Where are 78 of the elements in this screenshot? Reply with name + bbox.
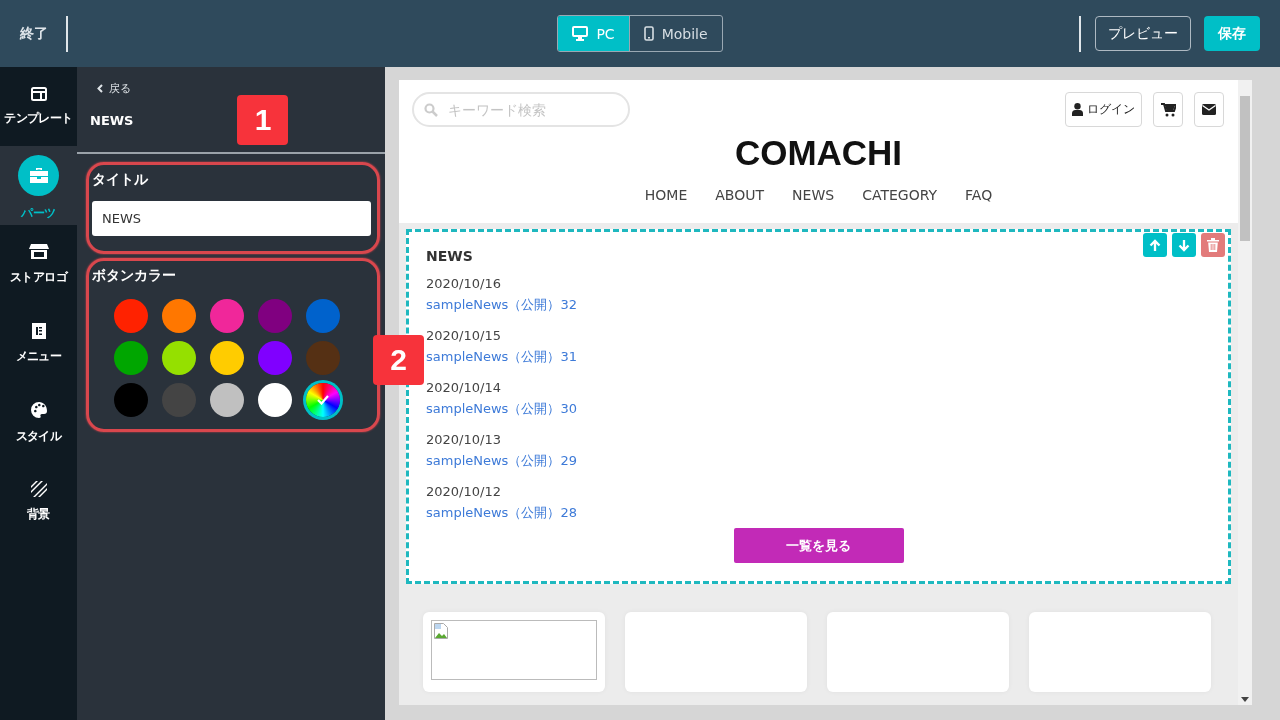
exit-button[interactable]: 終了 xyxy=(0,24,48,43)
news-date: 2020/10/12 xyxy=(426,484,501,499)
field-label: タイトル xyxy=(92,171,149,189)
monitor-icon xyxy=(572,26,589,41)
color-swatch[interactable] xyxy=(114,383,148,417)
stripes-icon xyxy=(30,480,47,497)
color-swatch[interactable] xyxy=(114,341,148,375)
nav-link[interactable]: CATEGORY xyxy=(862,187,938,203)
move-down-button[interactable] xyxy=(1172,233,1196,257)
login-button[interactable]: ログイン xyxy=(1065,92,1142,127)
news-link[interactable]: sampleNews（公開）29 xyxy=(426,452,577,470)
color-swatch[interactable] xyxy=(258,341,292,375)
move-up-button[interactable] xyxy=(1143,233,1167,257)
store-icon xyxy=(28,243,49,260)
scrollbar[interactable] xyxy=(1238,80,1252,705)
news-date: 2020/10/15 xyxy=(426,328,501,343)
color-swatch[interactable] xyxy=(210,299,244,333)
rail-item[interactable]: メニュー xyxy=(0,304,77,383)
delete-button[interactable] xyxy=(1201,233,1225,257)
color-swatch[interactable] xyxy=(306,341,340,375)
search-field[interactable]: キーワード検索 xyxy=(412,92,630,127)
back-link[interactable]: 戻る xyxy=(97,81,131,96)
rail-item[interactable]: パーツ xyxy=(0,146,77,225)
envelope-icon xyxy=(1202,104,1216,115)
section-heading: NEWS xyxy=(426,248,474,264)
arrow-up-icon xyxy=(1149,238,1161,252)
news-link[interactable]: sampleNews（公開）32 xyxy=(426,296,577,314)
color-swatch[interactable] xyxy=(162,383,196,417)
color-swatch[interactable] xyxy=(114,299,148,333)
color-swatch[interactable] xyxy=(258,383,292,417)
product-card[interactable] xyxy=(423,612,605,692)
chevron-left-icon xyxy=(97,84,103,93)
color-swatch[interactable] xyxy=(258,299,292,333)
rail-item[interactable]: 背景 xyxy=(0,462,77,541)
news-link[interactable]: sampleNews（公開）30 xyxy=(426,400,577,418)
site-logo[interactable]: COMACHI xyxy=(399,127,1238,173)
scrollbar-thumb[interactable] xyxy=(1240,96,1250,241)
preview-button[interactable]: プレビュー xyxy=(1095,16,1191,51)
arrow-down-icon xyxy=(1178,238,1190,252)
trash-icon xyxy=(1207,238,1219,252)
phone-icon xyxy=(643,26,654,41)
layout-icon xyxy=(30,86,47,101)
title-input[interactable]: NEWS xyxy=(92,201,371,236)
news-link[interactable]: sampleNews（公開）28 xyxy=(426,504,577,522)
palette-icon xyxy=(29,400,48,419)
mail-button[interactable] xyxy=(1194,92,1224,127)
scroll-down-icon xyxy=(1241,697,1249,702)
color-swatch[interactable] xyxy=(162,299,196,333)
field-label: ボタンカラー xyxy=(92,267,177,285)
user-icon xyxy=(1072,103,1083,116)
news-date: 2020/10/14 xyxy=(426,380,501,395)
color-swatch[interactable] xyxy=(210,341,244,375)
rail-item[interactable]: スタイル xyxy=(0,383,77,462)
nav-link[interactable]: HOME xyxy=(644,187,688,203)
annotation-badge: 2 xyxy=(373,335,424,385)
toolbox-icon xyxy=(28,167,49,184)
color-swatch[interactable] xyxy=(162,341,196,375)
check-icon xyxy=(317,395,329,405)
rail-item[interactable]: テンプレート xyxy=(0,67,77,146)
rail-item[interactable]: ストアロゴ xyxy=(0,225,77,304)
news-link[interactable]: sampleNews（公開）31 xyxy=(426,348,577,366)
broken-image-icon xyxy=(434,623,448,639)
view-all-button[interactable]: 一覧を見る xyxy=(733,528,904,563)
news-date: 2020/10/16 xyxy=(426,276,501,291)
color-swatch[interactable] xyxy=(306,299,340,333)
nav-link[interactable]: NEWS xyxy=(792,187,835,203)
color-swatch[interactable] xyxy=(210,383,244,417)
panel-heading: NEWS xyxy=(90,112,134,128)
cart-icon xyxy=(1160,102,1176,117)
annotation-badge: 1 xyxy=(237,95,289,145)
document-icon xyxy=(31,322,46,339)
nav-link[interactable]: ABOUT xyxy=(715,187,765,203)
news-date: 2020/10/13 xyxy=(426,432,501,447)
cart-button[interactable] xyxy=(1153,92,1183,127)
color-wheel-swatch[interactable] xyxy=(306,383,340,417)
view-mode-tab[interactable]: Mobile xyxy=(628,16,722,51)
nav-link[interactable]: FAQ xyxy=(965,187,993,203)
search-icon xyxy=(424,103,438,117)
